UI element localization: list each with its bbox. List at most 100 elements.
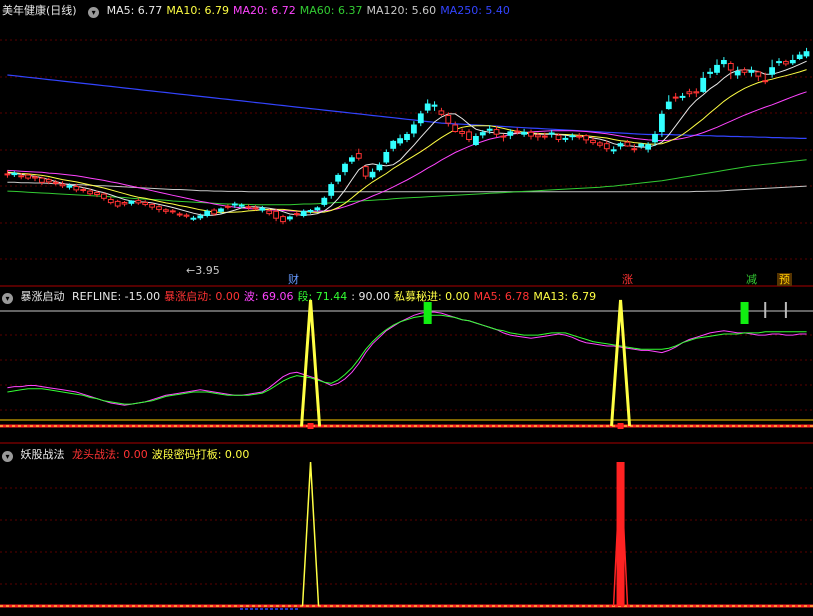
indicator1-legend: REFLINE: -15.00 暴涨启动: 0.00 波: 69.06 段: 71.4… [72,290,600,303]
candle [479,132,486,136]
candle [624,141,631,147]
candle [18,175,25,178]
candle [149,203,155,208]
candle [459,131,466,134]
indicator1-legend-item: MA5: 6.78 [473,290,530,303]
candle [548,132,555,135]
candle [183,214,190,217]
candle [397,138,404,144]
candle [610,149,617,152]
indicator-menu-icon[interactable]: ▾ [2,451,13,462]
bo-line [7,311,807,406]
candle [218,208,224,212]
candle [438,110,445,115]
event-marker-limit-up[interactable]: 涨 [620,273,635,286]
candle [452,124,459,132]
indicator2-header: ▾ 妖股战法 龙头战法: 0.00 波段密码打板: 0.00 [0,447,257,463]
candle [769,67,776,75]
candle [404,134,410,140]
indicator-menu-icon[interactable]: ▾ [88,7,100,18]
event-marker-finance[interactable]: 财 [286,273,301,286]
candle [803,51,810,57]
candle [535,134,541,138]
candle [107,199,114,204]
price-legend-item: MA250: 5.40 [440,4,510,17]
indicator2-title: 妖股战法 [20,448,65,461]
candle [783,61,789,65]
candle [486,128,493,131]
candle [245,206,252,209]
candle [362,166,369,177]
candle [376,164,383,171]
candle [101,193,107,199]
candle [197,215,204,219]
candle [417,113,424,124]
candle [25,174,32,179]
ma250-line [7,74,807,139]
candle [190,217,197,220]
candle [762,80,769,83]
candle [114,200,121,207]
candle [445,115,452,124]
chart-canvas[interactable] [0,0,813,616]
event-marker-reduce[interactable]: 减 [744,273,759,286]
candle [135,200,142,204]
candle [562,137,569,140]
candle [748,69,755,73]
candle [314,207,321,211]
candle [293,213,300,216]
price-legend-item: MA20: 6.72 [233,4,296,17]
candle [659,113,665,133]
green-flag [423,302,432,324]
candle [45,179,52,183]
candle [204,210,211,217]
candle [686,91,693,95]
candle [266,210,273,215]
candle [796,54,803,59]
candle [541,135,548,138]
ma120-line [7,181,807,193]
candle [789,60,796,64]
indicator1-legend-item: : 90.00 [351,290,390,303]
price-legend-item: MA120: 5.60 [366,4,437,17]
candle [238,204,245,207]
candle [734,71,741,76]
candle [707,71,714,74]
event-marker-forecast[interactable]: 预 [777,273,792,286]
candle [431,104,438,107]
candle [514,130,521,133]
spike-signal [300,299,322,427]
candle [342,163,348,173]
candle [121,202,128,205]
indicator1-legend-item: 私募秘进: 0.00 [393,290,470,303]
indicator1-legend-item: REFLINE: -15.00 [72,290,161,303]
candle [273,210,280,219]
candle [59,183,66,187]
candle [321,197,328,205]
spike-signal [610,299,632,427]
candle [39,177,45,183]
candle [73,186,80,191]
candle [500,135,507,138]
indicator1-legend-item: 段: 71.44 [297,290,348,303]
indicator-menu-icon[interactable]: ▾ [2,293,13,304]
candle [721,60,727,65]
candle [617,143,624,147]
indicator2-legend: 龙头战法: 0.00 波段密码打板: 0.00 [72,448,253,461]
indicator2-legend-item: 波段密码打板: 0.00 [151,448,250,461]
candle [169,210,176,213]
candle [665,101,672,110]
candle [714,64,720,73]
candle [424,103,431,111]
candle [473,136,479,145]
candle [287,216,293,220]
candle [349,157,355,162]
spike-base [307,423,314,429]
candle [528,131,534,137]
candle [493,129,500,135]
candle [307,210,314,212]
price-panel-header: 美年健康(日线) ▾ MA5: 6.77 MA10: 6.79 MA20: 6.72… [0,3,518,19]
candle [507,131,514,136]
candle [755,71,762,77]
candle [52,181,59,184]
